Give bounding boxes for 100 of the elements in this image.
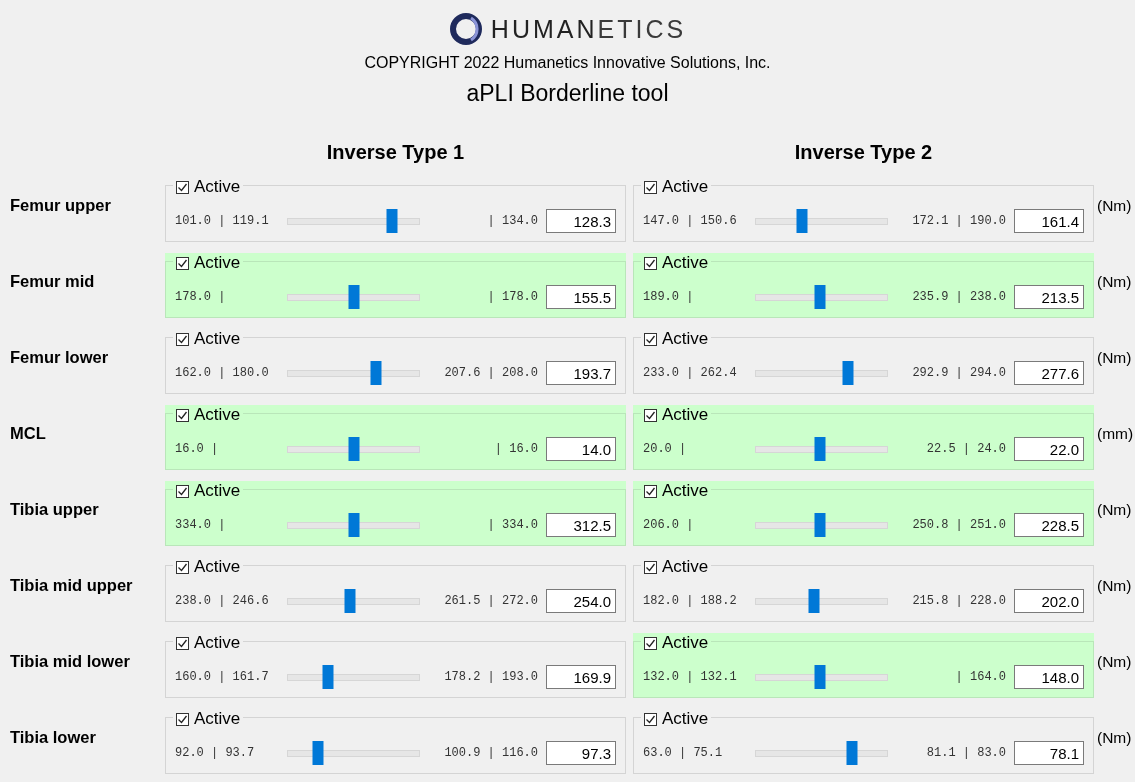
slider[interactable] (287, 513, 420, 537)
slider-thumb[interactable] (796, 209, 808, 233)
checkbox[interactable] (176, 560, 189, 574)
checkbox[interactable] (176, 332, 189, 346)
value-field[interactable]: 161.4 (1014, 209, 1084, 233)
max-limits: 172.1 | 190.0 (911, 214, 1007, 228)
slider-thumb[interactable] (322, 665, 334, 689)
slider-thumb[interactable] (348, 285, 359, 309)
min-limits: 16.0 | (175, 442, 220, 456)
value-field[interactable]: 14.0 (546, 437, 616, 461)
slider-thumb[interactable] (846, 741, 858, 765)
checkbox[interactable] (644, 560, 657, 574)
value-field[interactable]: 213.5 (1014, 285, 1084, 309)
slider[interactable] (287, 285, 420, 309)
max-limits: | 164.0 (954, 670, 1007, 684)
value-field[interactable]: 155.5 (546, 285, 616, 309)
min-limits: 233.0 | 262.4 (643, 366, 738, 380)
unit-label: (Nm) (1097, 348, 1133, 368)
column-heading: Inverse Type 1 (325, 141, 466, 164)
slider-thumb[interactable] (348, 513, 359, 537)
min-limits: 63.0 | 75.1 (643, 746, 724, 760)
slider-thumb[interactable] (370, 361, 382, 385)
slider-thumb[interactable] (814, 285, 826, 309)
checkbox-label: Active (662, 177, 709, 197)
checkbox[interactable] (176, 636, 189, 650)
slider-thumb[interactable] (348, 437, 359, 461)
checkbox[interactable] (176, 484, 189, 498)
slider[interactable] (287, 209, 420, 233)
max-limits: 100.9 | 116.0 (443, 746, 539, 760)
slider-thumb[interactable] (808, 589, 819, 613)
unit-label: (Nm) (1097, 500, 1133, 520)
slider[interactable] (755, 209, 888, 233)
value-field[interactable]: 254.0 (546, 589, 616, 613)
value-field[interactable]: 277.6 (1014, 361, 1084, 385)
slider[interactable] (755, 437, 888, 461)
value-field[interactable]: 228.5 (1014, 513, 1084, 537)
checkbox[interactable] (644, 180, 657, 194)
min-limits: 160.0 | 161.7 (175, 670, 270, 684)
checkbox-label: Active (194, 253, 241, 273)
value-field[interactable]: 22.0 (1014, 437, 1084, 461)
slider[interactable] (755, 285, 888, 309)
slider-thumb[interactable] (344, 589, 355, 613)
max-limits: 215.8 | 228.0 (911, 594, 1007, 608)
slider-thumb[interactable] (814, 665, 826, 689)
checkbox-label: Active (194, 329, 241, 349)
slider[interactable] (755, 665, 888, 689)
unit-label: (Nm) (1097, 728, 1133, 748)
slider[interactable] (755, 361, 888, 385)
unit-label: (Nm) (1097, 272, 1133, 292)
checkbox[interactable] (176, 256, 189, 270)
value-field[interactable]: 128.3 (546, 209, 616, 233)
min-limits: 189.0 | (643, 290, 695, 304)
value-field[interactable]: 148.0 (1014, 665, 1084, 689)
slider[interactable] (287, 437, 420, 461)
min-limits: 132.0 | 132.1 (643, 670, 738, 684)
max-limits: 261.5 | 272.0 (443, 594, 539, 608)
value-field[interactable]: 78.1 (1014, 741, 1084, 765)
checkbox[interactable] (644, 712, 657, 726)
checkbox-label: Active (662, 481, 709, 501)
checkbox[interactable] (176, 408, 189, 422)
slider-thumb[interactable] (842, 361, 854, 385)
value-field[interactable]: 193.7 (546, 361, 616, 385)
slider[interactable] (755, 589, 888, 613)
slider[interactable] (287, 665, 420, 689)
slider-thumb[interactable] (312, 741, 324, 765)
min-limits: 206.0 | (643, 518, 695, 532)
min-limits: 20.0 | (643, 442, 688, 456)
app-title: aPLI Borderline tool (466, 80, 669, 107)
checkbox[interactable] (644, 636, 657, 650)
slider-thumb[interactable] (814, 513, 826, 537)
slider[interactable] (755, 513, 888, 537)
max-limits: 250.8 | 251.0 (911, 518, 1007, 532)
slider-thumb[interactable] (814, 437, 826, 461)
row-label: Femur mid (9, 272, 96, 292)
row-label: Tibia lower (9, 728, 97, 748)
checkbox[interactable] (644, 256, 657, 270)
value-field[interactable]: 202.0 (1014, 589, 1084, 613)
checkbox-label: Active (662, 329, 709, 349)
slider-thumb[interactable] (386, 209, 398, 233)
checkbox-label: Active (194, 557, 241, 577)
min-limits: 238.0 | 246.6 (175, 594, 270, 608)
min-limits: 334.0 | (175, 518, 227, 532)
slider[interactable] (755, 741, 888, 765)
checkbox[interactable] (644, 484, 657, 498)
max-limits: 235.9 | 238.0 (911, 290, 1007, 304)
checkbox[interactable] (644, 332, 657, 346)
min-limits: 101.0 | 119.1 (175, 214, 270, 228)
value-field[interactable]: 97.3 (546, 741, 616, 765)
checkbox-label: Active (194, 177, 241, 197)
slider[interactable] (287, 589, 420, 613)
slider[interactable] (287, 741, 420, 765)
checkbox[interactable] (176, 180, 189, 194)
slider[interactable] (287, 361, 420, 385)
value-field[interactable]: 169.9 (546, 665, 616, 689)
unit-label: (mm) (1097, 424, 1135, 444)
value-field[interactable]: 312.5 (546, 513, 616, 537)
checkbox[interactable] (176, 712, 189, 726)
checkbox[interactable] (644, 408, 657, 422)
row-label: Femur lower (9, 348, 110, 368)
min-limits: 182.0 | 188.2 (643, 594, 738, 608)
